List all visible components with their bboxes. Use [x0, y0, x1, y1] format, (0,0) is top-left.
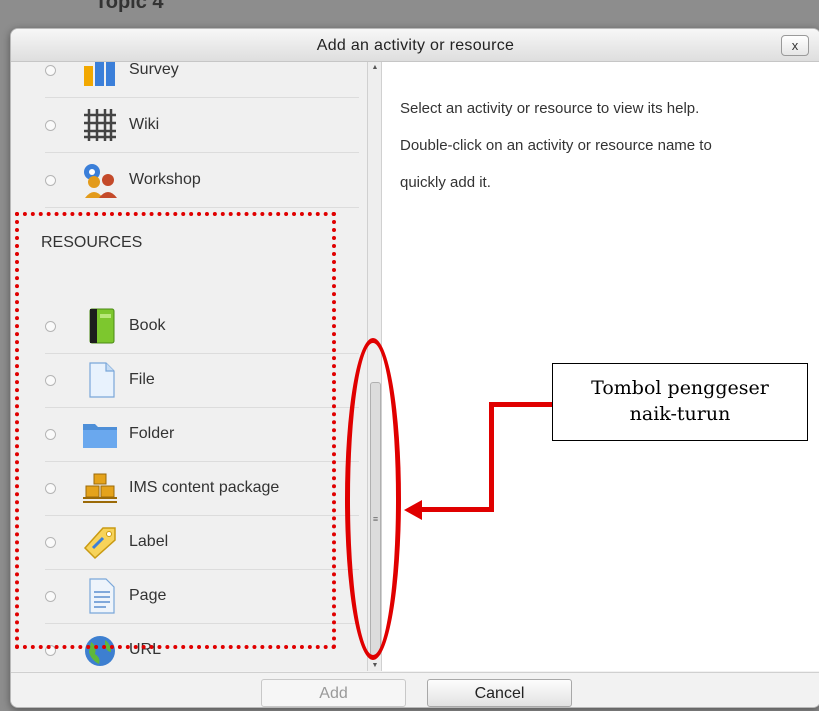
- radio-workshop[interactable]: [45, 175, 56, 186]
- survey-icon: [84, 62, 115, 86]
- dialog-titlebar: Add an activity or resource x: [11, 29, 819, 62]
- dialog-title: Add an activity or resource: [316, 37, 515, 54]
- radio-survey[interactable]: [45, 65, 56, 76]
- radio-wiki[interactable]: [45, 120, 56, 131]
- resources-highlight-box: [15, 212, 336, 649]
- workshop-icon: [84, 164, 117, 198]
- scroll-up-arrow-icon[interactable]: ▲: [368, 64, 382, 71]
- annotation-callout: Tombol penggeser naik-turun: [552, 363, 808, 441]
- option-wiki[interactable]: Wiki: [45, 98, 359, 153]
- callout-line1: Tombol penggeser: [591, 377, 769, 399]
- add-button[interactable]: Add: [261, 679, 406, 707]
- annotation-arrow-segment: [489, 402, 494, 512]
- callout-line2: naik-turun: [629, 403, 731, 425]
- option-survey[interactable]: Survey: [45, 62, 359, 98]
- annotation-arrow-segment: [420, 507, 493, 512]
- help-text-line1: Select an activity or resource to view i…: [400, 100, 700, 117]
- option-label: Survey: [129, 62, 179, 78]
- wiki-icon: [84, 109, 116, 141]
- help-text-line3: quickly add it.: [400, 174, 491, 191]
- cancel-button[interactable]: Cancel: [427, 679, 572, 707]
- scroll-down-arrow-icon[interactable]: ▼: [368, 662, 382, 669]
- annotation-arrowhead-icon: [404, 500, 422, 520]
- scrollbar-highlight-ellipse: [345, 338, 401, 660]
- background-topic-heading: Topic 4: [95, 0, 164, 13]
- close-button[interactable]: x: [781, 35, 809, 56]
- option-workshop[interactable]: Workshop: [45, 153, 359, 208]
- option-label: Workshop: [129, 171, 201, 188]
- annotation-arrow-segment: [489, 402, 553, 407]
- dialog-footer: Add Cancel: [11, 672, 819, 707]
- help-text-line2: Double-click on an activity or resource …: [400, 137, 712, 154]
- option-label: Wiki: [129, 116, 160, 133]
